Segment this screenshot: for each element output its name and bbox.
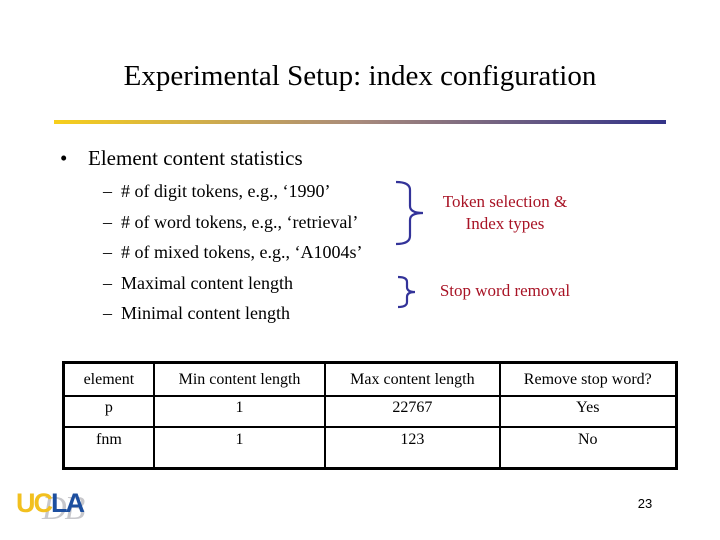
token-selection-note: Token selection & Index types	[422, 191, 588, 235]
dash-icon: –	[103, 272, 112, 293]
title-divider	[54, 120, 666, 124]
element-stats-table: element Min content length Max content l…	[62, 361, 678, 470]
main-bullet-text: Element content statistics	[88, 146, 303, 170]
table-row: p 1 22767 Yes	[62, 395, 678, 428]
logo-ucla-wordmark: UCLA	[16, 488, 85, 518]
stopword-note: Stop word removal	[439, 281, 571, 300]
logo-uc: UC	[16, 488, 53, 518]
table-row: fnm 1 123 No	[62, 426, 678, 470]
sub-bullet-text: # of digit tokens, e.g., ‘1990’	[121, 181, 331, 201]
brace-token-selection-icon	[395, 180, 424, 246]
cell-max-length: 22767	[324, 395, 501, 428]
sub-bullet-text: Minimal content length	[121, 303, 290, 323]
cell-element: fnm	[62, 426, 155, 470]
header-remove-stopword: Remove stop word?	[498, 361, 678, 397]
header-max-length: Max content length	[324, 361, 501, 397]
cell-element: p	[62, 395, 155, 428]
dash-icon: –	[103, 211, 112, 232]
sub-bullet-text: Maximal content length	[121, 272, 293, 293]
token-note-line-1: Token selection &	[442, 192, 568, 211]
token-note-line-2: Index types	[465, 214, 545, 233]
sub-bullet-word-tokens: – # of word tokens, e.g., ‘retrieval’	[103, 207, 362, 238]
sub-bullet-mixed-tokens: – # of mixed tokens, e.g., ‘A1004s’	[103, 237, 362, 268]
sub-bullet-text: # of word tokens, e.g., ‘retrieval’	[121, 211, 359, 232]
dash-icon: –	[103, 303, 112, 323]
dash-icon: –	[103, 181, 112, 201]
brace-stopword-icon	[397, 275, 416, 309]
cell-remove-stopword: No	[498, 426, 678, 470]
main-bullet: • Element content statistics	[60, 144, 303, 172]
bullet-icon: •	[60, 146, 68, 170]
sub-bullet-max-length: – Maximal content length	[103, 268, 362, 299]
cell-min-length: 1	[152, 395, 327, 428]
table-header-row: element Min content length Max content l…	[62, 361, 678, 397]
dash-icon: –	[103, 242, 112, 262]
page-number: 23	[637, 496, 653, 511]
sub-bullet-digit-tokens: – # of digit tokens, e.g., ‘1990’	[103, 176, 362, 207]
header-min-length: Min content length	[152, 361, 327, 397]
logo-la: LA	[51, 488, 85, 518]
cell-remove-stopword: Yes	[498, 395, 678, 428]
cell-max-length: 123	[324, 426, 501, 470]
cell-min-length: 1	[152, 426, 327, 470]
sub-bullet-min-length: – Minimal content length	[103, 298, 362, 329]
header-element: element	[62, 361, 155, 397]
sub-bullet-text: # of mixed tokens, e.g., ‘A1004s’	[121, 242, 363, 262]
ucla-db-logo: DB UCLA	[16, 488, 106, 528]
slide-title: Experimental Setup: index configuration	[123, 60, 597, 92]
sub-bullet-list: – # of digit tokens, e.g., ‘1990’ – # of w…	[103, 176, 362, 329]
